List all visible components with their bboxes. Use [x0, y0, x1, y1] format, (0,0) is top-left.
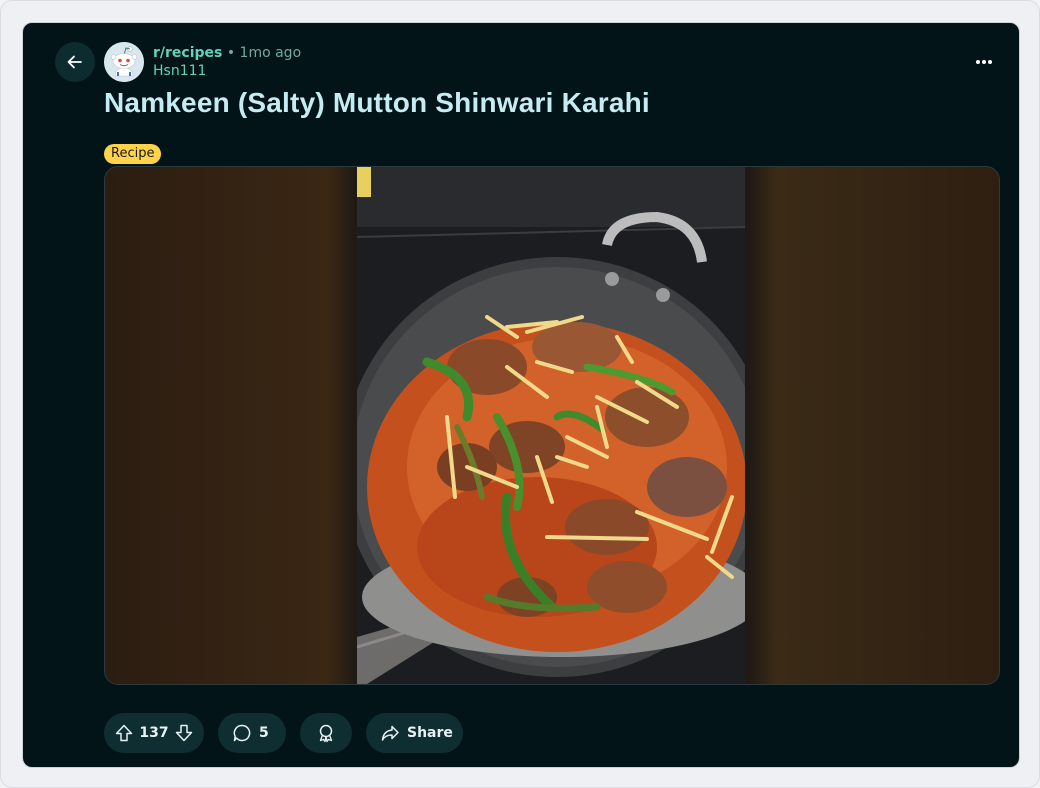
award-button[interactable] — [300, 713, 352, 753]
back-button[interactable] — [55, 42, 95, 82]
post-card: r/recipes • 1mo ago Hsn111 Namkeen (Salt… — [22, 22, 1020, 768]
arrow-down-icon[interactable] — [174, 723, 194, 743]
reddit-snoo-avatar-icon — [104, 42, 144, 82]
comment-count: 5 — [259, 725, 269, 741]
window-frame: r/recipes • 1mo ago Hsn111 Namkeen (Salt… — [0, 0, 1040, 788]
meta-separator: • — [226, 45, 236, 61]
ellipsis-icon — [975, 59, 993, 65]
post-image[interactable] — [357, 167, 745, 684]
award-icon — [316, 723, 336, 743]
vote-count: 137 — [139, 725, 169, 741]
arrow-left-icon — [65, 52, 85, 72]
post-flair[interactable]: Recipe — [104, 144, 162, 164]
arrow-up-icon[interactable] — [114, 723, 134, 743]
author-link[interactable]: Hsn111 — [153, 62, 301, 80]
comment-bubble-icon — [232, 723, 252, 743]
post-media[interactable] — [104, 166, 1000, 685]
subreddit-link[interactable]: r/recipes — [153, 45, 222, 61]
post-actions: 137 5 Share — [104, 713, 463, 753]
subreddit-avatar[interactable] — [104, 42, 144, 82]
share-label: Share — [407, 725, 453, 741]
post-time: 1mo ago — [239, 45, 302, 61]
post-title: Namkeen (Salty) Mutton Shinwari Karahi — [104, 87, 650, 118]
share-arrow-icon — [380, 723, 400, 743]
comments-button[interactable]: 5 — [218, 713, 286, 753]
share-button[interactable]: Share — [366, 713, 463, 753]
post-meta: r/recipes • 1mo ago Hsn111 — [153, 44, 301, 80]
more-options-button[interactable] — [969, 47, 999, 77]
vote-control: 137 — [104, 713, 204, 753]
